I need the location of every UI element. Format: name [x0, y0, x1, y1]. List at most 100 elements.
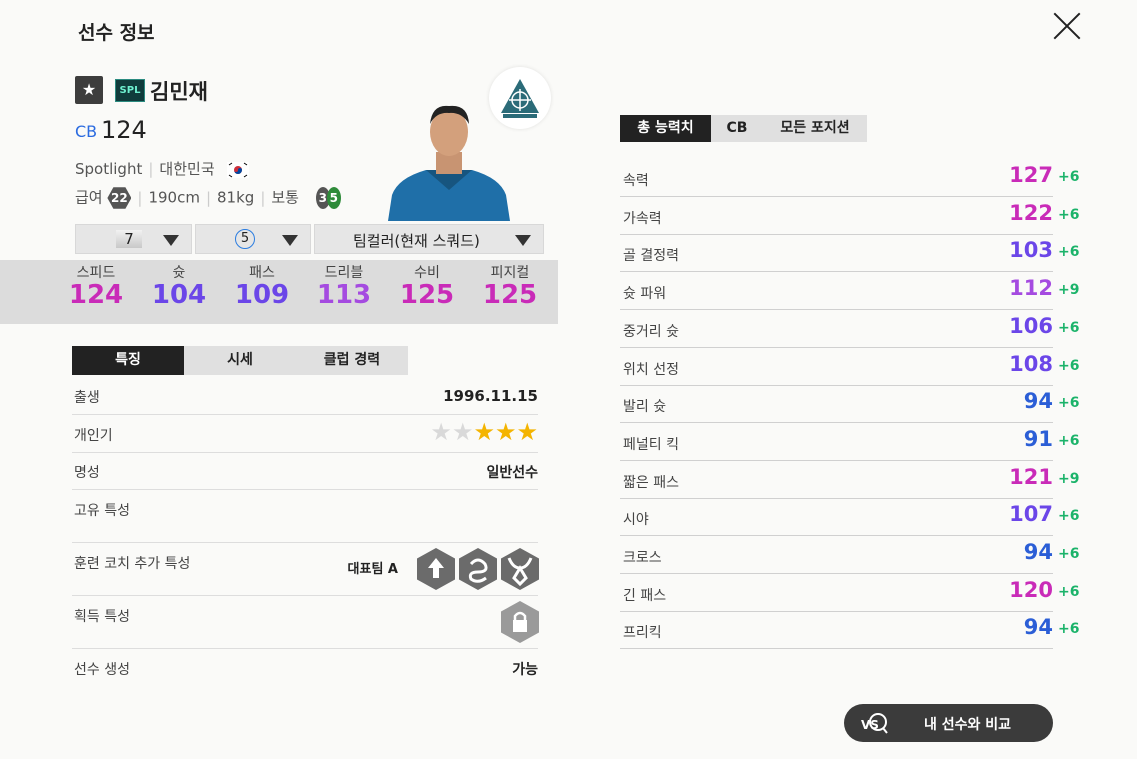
summary-stat-value: 124 [68, 280, 124, 310]
stat-value: 122 [1009, 200, 1053, 225]
stat-value: 103 [1009, 238, 1053, 263]
stat-label: 골 결정력 [623, 248, 679, 265]
enhance-dropdown[interactable]: 7 [75, 224, 192, 254]
grade-dropdown[interactable]: 5 [195, 224, 311, 254]
star-filled-icon: ★ [473, 418, 495, 446]
tab-features[interactable]: 특징 [72, 346, 184, 375]
height: 190cm [148, 188, 200, 207]
coach-trait-value: 대표팀 A [347, 562, 398, 577]
stat-bonus: +6 [1058, 395, 1080, 412]
stat-value: 121 [1009, 464, 1053, 489]
chevron-down-icon [282, 235, 298, 246]
stat-bonus: +6 [1058, 432, 1080, 449]
stat-label: 크로스 [623, 550, 662, 566]
tab-all-positions[interactable]: 모든 포지션 [763, 115, 867, 142]
summary-stat-label: 패스 [249, 265, 275, 281]
summary-stat: 슛 104 [139, 262, 219, 310]
stat-row: 발리 슛 94 +6 [620, 385, 1079, 424]
tab-market[interactable]: 시세 [184, 346, 296, 375]
lock-icon [501, 601, 539, 643]
vs-search-icon: VS [861, 713, 888, 734]
birth-value: 1996.11.15 [443, 387, 538, 405]
player-ovr: 124 [101, 116, 147, 144]
summary-stat-label: 수비 [414, 265, 440, 281]
stat-bonus: +6 [1058, 244, 1080, 261]
stat-value: 106 [1009, 313, 1053, 338]
summary-stat: 수비 125 [387, 262, 467, 310]
stat-value: 107 [1009, 502, 1053, 527]
stat-row: 프리킥 94 +6 [620, 611, 1079, 650]
star-empty-icon: ★ [430, 418, 452, 446]
trait-bull-icon[interactable] [501, 548, 539, 590]
birth-row: 출생 1996.11.15 [72, 377, 538, 415]
body-type: 보통 [271, 188, 299, 207]
stat-bonus: +6 [1058, 319, 1080, 336]
unique-trait-row: 고유 특성 [72, 490, 538, 543]
stat-row: 가속력 122 +6 [620, 197, 1079, 235]
stat-bonus: +6 [1058, 169, 1080, 185]
summary-stat-value: 109 [234, 280, 290, 310]
stat-label: 속력 [623, 173, 649, 189]
stat-row: 슛 파워 112 +9 [620, 272, 1079, 311]
summary-stat: 스피드 124 [56, 262, 136, 310]
stat-value: 120 [1009, 577, 1053, 602]
stat-value: 91 [1023, 426, 1053, 451]
summary-stat-value: 125 [482, 280, 538, 310]
stat-row: 긴 패스 120 +6 [620, 574, 1079, 612]
popularity-stars: ★★★★★ [430, 420, 538, 444]
summary-stat-label: 슛 [172, 265, 186, 281]
grade-value: 5 [235, 229, 255, 249]
stat-label: 위치 선정 [623, 361, 679, 378]
coach-trait-label: 훈련 코치 추가 특성 [74, 556, 191, 572]
summary-stat: 드리블 113 [304, 262, 384, 310]
trait-snake-icon[interactable] [459, 548, 497, 590]
stat-value: 108 [1009, 351, 1053, 376]
weight: 81kg [217, 188, 255, 207]
stat-value: 94 [1023, 540, 1053, 564]
close-icon[interactable] [1053, 12, 1081, 40]
nation: 대한민국 [159, 160, 215, 178]
stat-label: 시야 [623, 512, 649, 529]
reputation-row: 명성 일반선수 [72, 452, 538, 490]
create-label: 선수 생성 [74, 662, 130, 678]
stat-label: 페널티 킥 [623, 436, 679, 453]
compare-button[interactable]: VS 내 선수와 비교 [844, 704, 1053, 742]
team-logo [489, 67, 551, 129]
stat-label: 발리 슛 [623, 399, 667, 416]
teamcolor-dropdown[interactable]: 팀컬러(현재 스쿼드) [314, 224, 544, 254]
unique-trait-label: 고유 특성 [74, 503, 130, 519]
salary-label: 급여 [75, 188, 103, 207]
salary-badge: 22 [107, 187, 132, 209]
tab-cb[interactable]: CB [711, 115, 763, 142]
acquired-trait-row: 획득 특성 [72, 596, 539, 649]
popularity-label: 개인기 [74, 428, 113, 444]
player-name: 김민재 [150, 80, 208, 104]
page-title: 선수 정보 [78, 22, 155, 44]
player-physical: 급여 22 | 190cm | 81kg | 보통 35 [75, 186, 341, 210]
stat-label: 짧은 패스 [623, 474, 679, 491]
tab-club-career[interactable]: 클럽 경력 [296, 346, 408, 375]
stat-tabs: 총 능력치 CB 모든 포지션 [620, 115, 867, 142]
stat-row: 페널티 킥 91 +6 [620, 423, 1079, 461]
stat-row: 골 결정력 103 +6 [620, 234, 1079, 273]
korea-flag-icon [227, 161, 250, 178]
star-filled-icon: ★ [494, 418, 517, 446]
star-icon: ★ [75, 76, 103, 104]
stat-bonus: +9 [1058, 470, 1080, 487]
star-filled-icon: ★ [516, 418, 538, 446]
stat-bonus: +6 [1058, 621, 1080, 638]
summary-stat-label: 피지컬 [490, 265, 530, 281]
right-foot-badge: 5 [326, 187, 341, 209]
compare-button-label: 내 선수와 비교 [924, 717, 1012, 733]
stat-row: 중거리 슛 106 +6 [620, 310, 1079, 348]
birth-label: 출생 [74, 390, 100, 406]
summary-stat-value: 113 [316, 280, 372, 310]
stat-bonus: +6 [1058, 357, 1080, 374]
stat-row: 크로스 94 +6 [620, 536, 1079, 574]
tab-total-stats[interactable]: 총 능력치 [620, 115, 711, 142]
summary-stat-value: 125 [399, 280, 455, 310]
trait-arrow-icon[interactable] [417, 548, 455, 590]
feature-tabs: 특징 시세 클럽 경력 [72, 346, 408, 375]
star-empty-icon: ★ [451, 418, 474, 446]
stat-value: 112 [1009, 276, 1053, 301]
